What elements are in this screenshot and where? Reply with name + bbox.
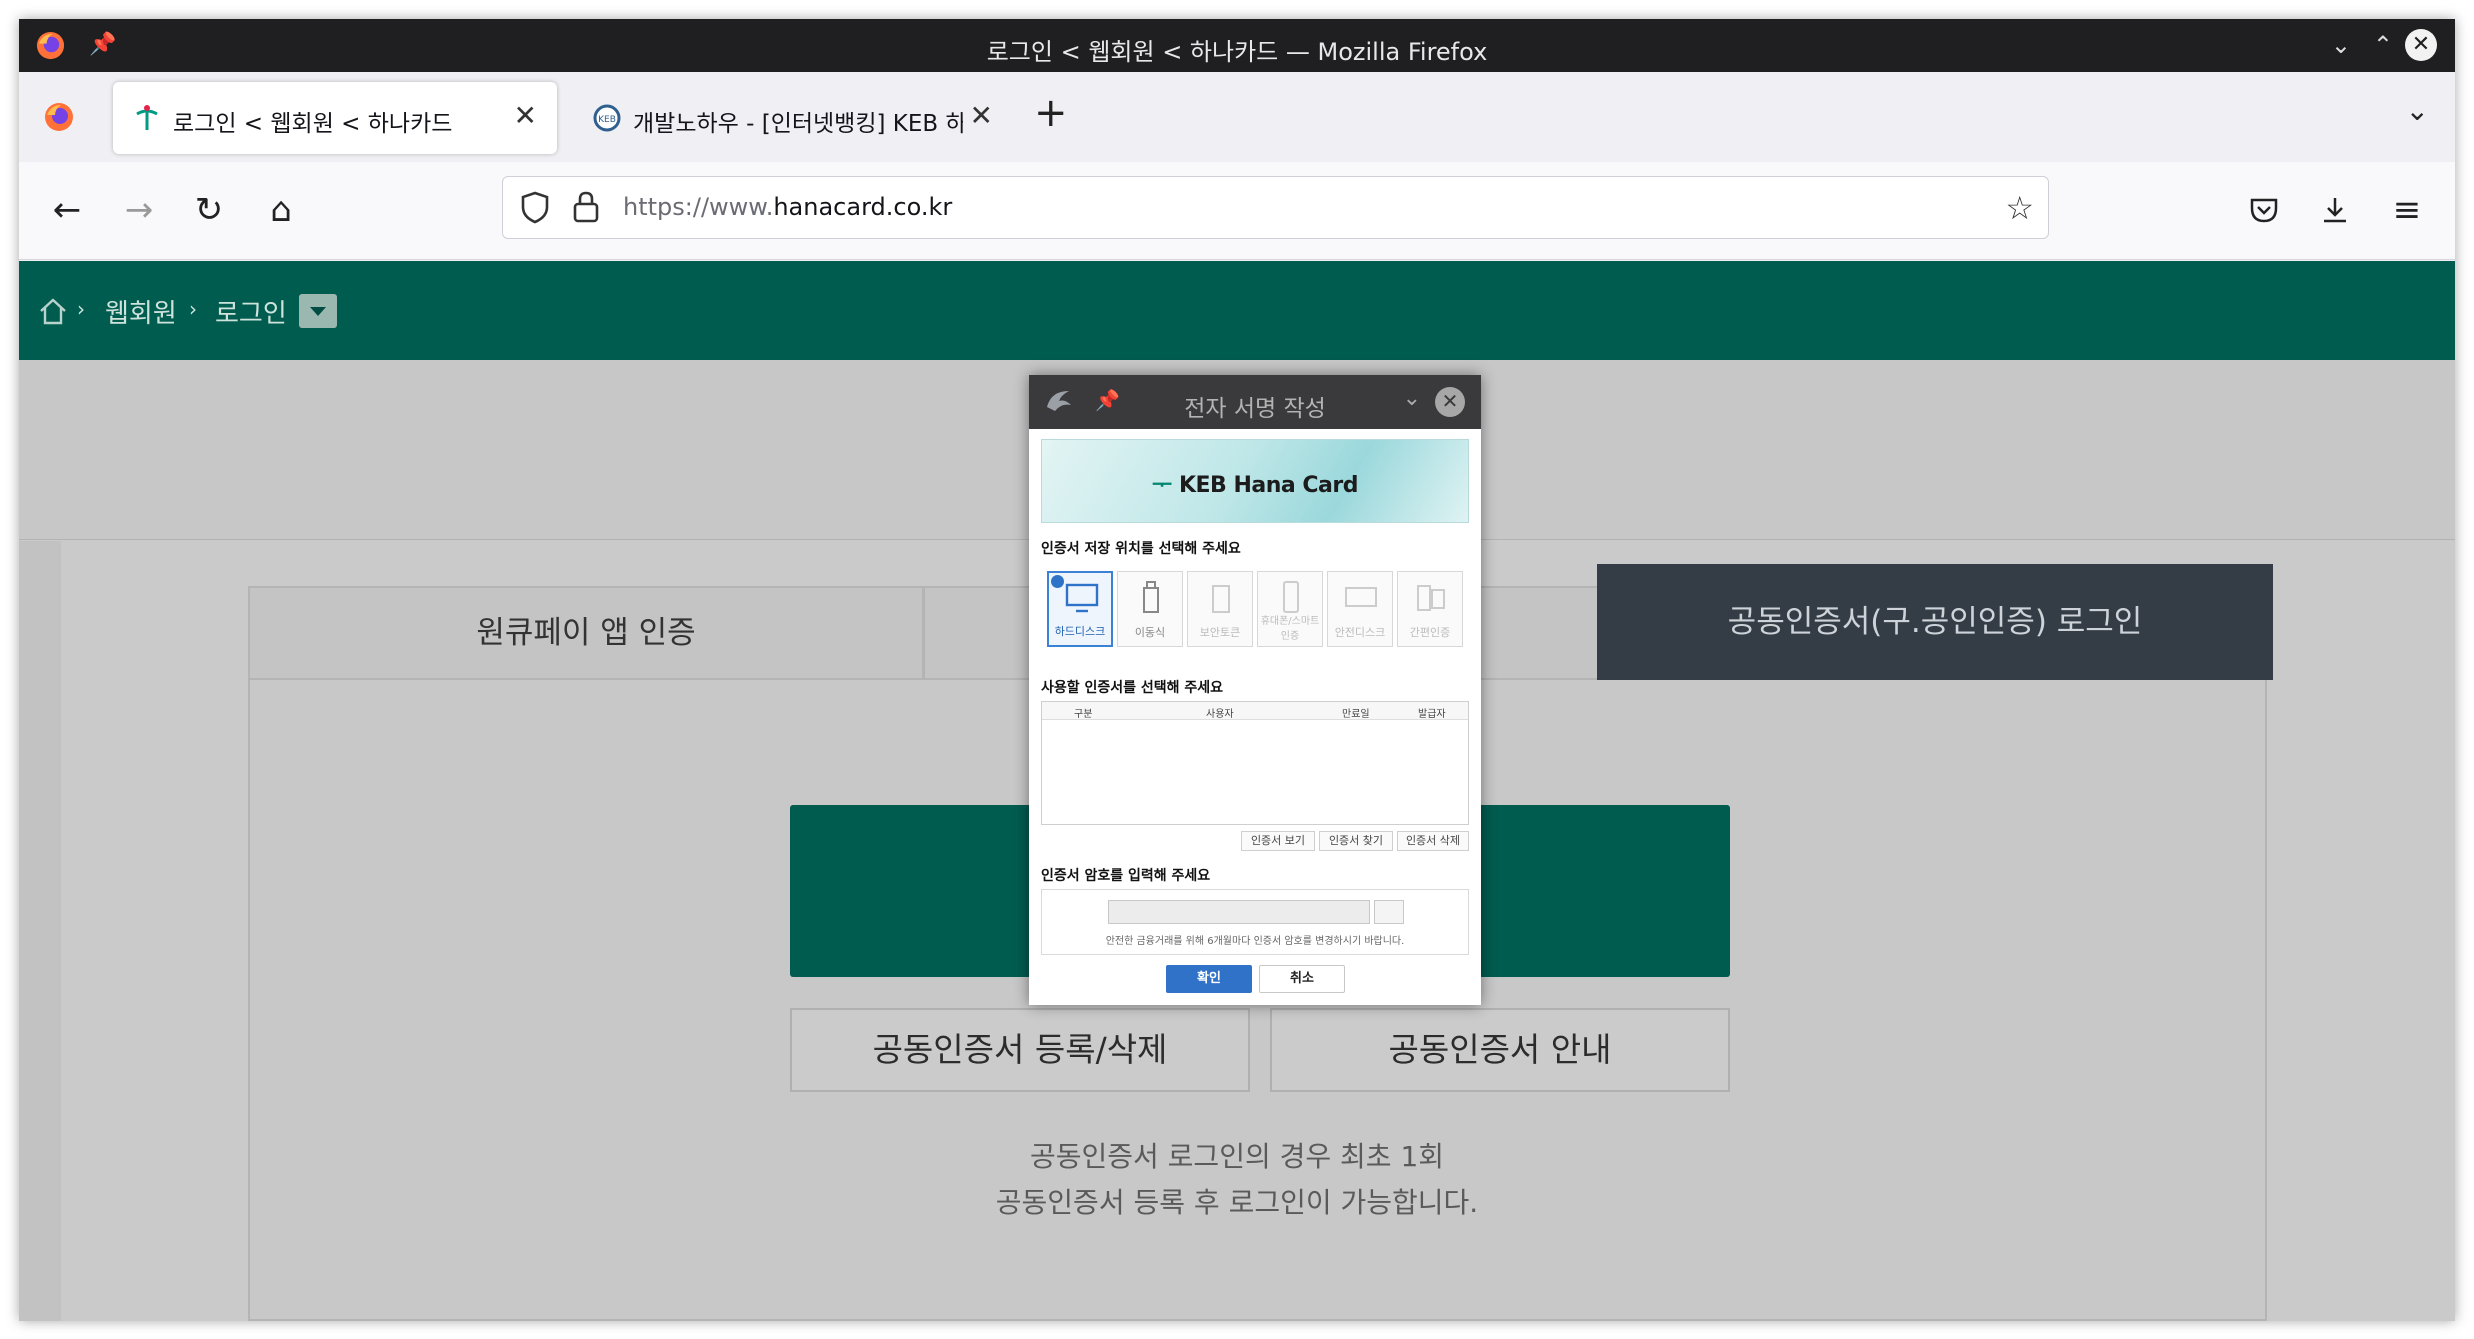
delete-certificate-button[interactable]: 인증서 삭제: [1397, 831, 1469, 851]
breadcrumb-bar: › 웹회원 › 로그인: [19, 261, 2455, 360]
hana-logo-icon: ᅮ: [1152, 473, 1172, 498]
certificate-table-header: 구분 사용자 만료일 발급자: [1042, 702, 1468, 720]
tab-joint-certificate-login[interactable]: 공동인증서(구.공인인증) 로그인: [1597, 564, 2273, 680]
usb-icon: [1143, 581, 1159, 613]
tab-bar: 로그인 < 웹회원 < 하나카드 ✕ KEB 개발노하우 - [인터넷뱅킹] K…: [19, 72, 2455, 162]
storage-harddisk[interactable]: 하드디스크: [1047, 571, 1113, 647]
token-icon: [1212, 585, 1230, 613]
keb-hana-card-banner: ᅮ KEB Hana Card: [1041, 439, 1469, 523]
cert-select-heading: 사용할 인증서를 선택해 주세요: [1041, 680, 1224, 696]
storage-safe-disk[interactable]: 안전디스크: [1327, 571, 1393, 647]
dialog-title-bar: 📌 전자 서명 작성 ⌄ ✕: [1029, 375, 1481, 429]
digital-signature-dialog: 📌 전자 서명 작성 ⌄ ✕ ᅮ KEB Hana Card 인증서 저장 위치…: [1029, 375, 1481, 1005]
firefox-view-icon[interactable]: [43, 101, 75, 133]
banner-brand: KEB Hana Card: [1178, 473, 1359, 498]
simple-auth-icon: [1417, 585, 1445, 611]
lock-icon[interactable]: [571, 189, 601, 225]
chevron-right-icon: ›: [189, 297, 197, 321]
notice-line-2: 공동인증서 등록 후 로그인이 가능합니다.: [995, 1186, 1479, 1219]
svg-text:KEB: KEB: [598, 115, 616, 125]
safe-disk-icon: [1345, 587, 1377, 607]
certificate-guide-button[interactable]: 공동인증서 안내: [1270, 1008, 1730, 1092]
notice-line-1: 공동인증서 로그인의 경우 최초 1회: [1029, 1140, 1445, 1173]
title-bar: 📌 로그인 < 웹회원 < 하나카드 — Mozilla Firefox ⌄ ⌃…: [19, 19, 2455, 72]
breadcrumb-login[interactable]: 로그인: [215, 293, 287, 330]
shield-icon[interactable]: [517, 189, 553, 225]
tab-dev-knowhow[interactable]: KEB 개발노하우 - [인터넷뱅킹] KEB 하나 ✕: [573, 82, 1013, 154]
phone-icon: [1283, 581, 1299, 613]
downloads-icon[interactable]: [2309, 184, 2361, 236]
close-tab-icon[interactable]: ✕: [970, 99, 993, 132]
firefox-window: 📌 로그인 < 웹회원 < 하나카드 — Mozilla Firefox ⌄ ⌃…: [19, 19, 2455, 1321]
storage-removable[interactable]: 이동식: [1117, 571, 1183, 647]
pocket-icon[interactable]: [2238, 184, 2290, 236]
forward-icon[interactable]: →: [113, 184, 165, 236]
new-tab-icon[interactable]: +: [1034, 90, 1068, 136]
tab-label: 로그인 < 웹회원 < 하나카드: [173, 111, 453, 137]
home-icon[interactable]: [37, 295, 69, 327]
password-area: 안전한 금융거래를 위해 6개월마다 인증서 암호를 변경하시기 바랍니다.: [1041, 889, 1469, 955]
chevron-right-icon: ›: [77, 297, 85, 321]
close-window-button[interactable]: ✕: [2405, 29, 2437, 61]
find-certificate-button[interactable]: 인증서 찾기: [1319, 831, 1393, 851]
bookmark-star-icon[interactable]: ☆: [2005, 189, 2034, 227]
tab-label: 개발노하우 - [인터넷뱅킹] KEB 하나: [633, 111, 963, 137]
register-delete-certificate-button[interactable]: 공동인증서 등록/삭제: [790, 1008, 1250, 1092]
password-heading: 인증서 암호를 입력해 주세요: [1041, 868, 1211, 884]
url-text[interactable]: https://www.hanacard.co.kr: [623, 193, 952, 221]
window-title: 로그인 < 웹회원 < 하나카드 — Mozilla Firefox: [986, 38, 1488, 66]
password-change-note: 안전한 금융거래를 위해 6개월마다 인증서 암호를 변경하시기 바랍니다.: [1105, 936, 1405, 947]
cancel-button[interactable]: 취소: [1259, 965, 1345, 993]
storage-simple-auth[interactable]: 간편인증: [1397, 571, 1463, 647]
reload-icon[interactable]: ↻: [183, 184, 235, 236]
view-certificate-button[interactable]: 인증서 보기: [1241, 831, 1315, 851]
maximize-icon[interactable]: ⌃: [2373, 31, 2393, 59]
breadcrumb-dropdown-button[interactable]: [299, 294, 337, 328]
certificate-password-input[interactable]: [1108, 900, 1370, 924]
keb-favicon-icon: KEB: [593, 104, 621, 132]
chevron-down-icon[interactable]: ⌄: [1403, 386, 1421, 411]
storage-options: 하드디스크 이동식 보안토큰 휴대폰/스마트인증 안전디스크 간편인증: [1047, 571, 1463, 649]
storage-heading: 인증서 저장 위치를 선택해 주세요: [1041, 541, 1241, 557]
address-bar[interactable]: https://www.hanacard.co.kr ☆: [502, 176, 2049, 239]
close-tab-icon[interactable]: ✕: [514, 99, 537, 132]
monitor-icon: [1065, 583, 1099, 613]
ok-button[interactable]: 확인: [1166, 965, 1252, 993]
hana-favicon-icon: [136, 105, 158, 130]
breadcrumb-webmember[interactable]: 웹회원: [105, 293, 177, 330]
minimize-icon[interactable]: ⌄: [2331, 31, 2351, 59]
virtual-keyboard-icon[interactable]: [1374, 900, 1404, 924]
certificate-table[interactable]: 구분 사용자 만료일 발급자: [1041, 701, 1469, 825]
menu-icon[interactable]: ≡: [2381, 184, 2433, 236]
list-all-tabs-icon[interactable]: ⌄: [2406, 94, 2429, 127]
tab-hanacard-login[interactable]: 로그인 < 웹회원 < 하나카드 ✕: [113, 82, 557, 154]
storage-mobile[interactable]: 휴대폰/스마트인증: [1257, 571, 1323, 647]
tab-onequpay-auth[interactable]: 원큐페이 앱 인증: [248, 586, 924, 680]
home-icon[interactable]: ⌂: [255, 184, 307, 236]
nav-bar: ← → ↻ ⌂ https://www.hanacard.co.kr ☆ ≡: [19, 162, 2455, 260]
storage-security-token[interactable]: 보안토큰: [1187, 571, 1253, 647]
close-dialog-button[interactable]: ✕: [1435, 387, 1465, 417]
back-icon[interactable]: ←: [41, 184, 93, 236]
